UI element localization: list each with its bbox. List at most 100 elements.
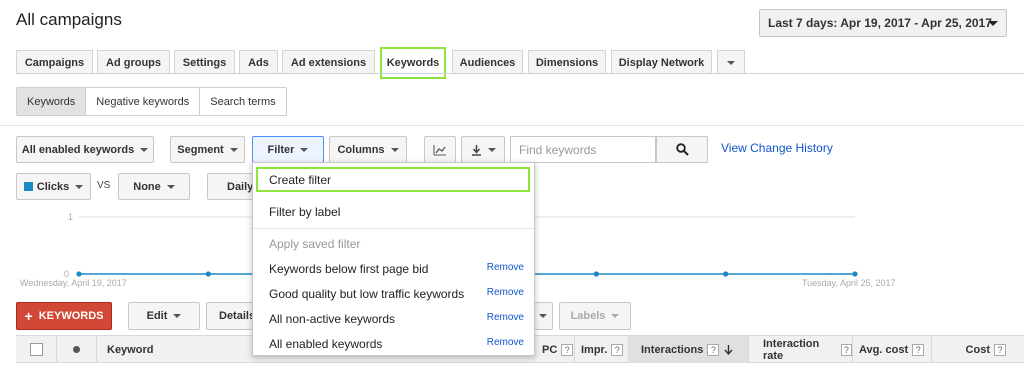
segment-label: Segment: [177, 143, 224, 156]
data-point[interactable]: [593, 271, 599, 277]
tab-display-network[interactable]: Display Network: [611, 50, 712, 74]
subtab-group: Keywords Negative keywords Search terms: [16, 87, 287, 116]
download-button[interactable]: [461, 136, 505, 163]
saved-filter-item[interactable]: All enabled keywords: [269, 337, 382, 351]
chevron-down-icon: [727, 60, 735, 65]
subtab-keywords[interactable]: Keywords: [17, 88, 87, 115]
tab-audiences[interactable]: Audiences: [452, 50, 523, 74]
date-range-selector[interactable]: Last 7 days: Apr 19, 2017 - Apr 25, 2017: [759, 9, 1007, 37]
data-point[interactable]: [852, 271, 858, 277]
help-icon[interactable]: ?: [994, 343, 1006, 356]
subtab-negative-keywords[interactable]: Negative keywords: [86, 88, 201, 115]
filter-by-label-item[interactable]: Filter by label: [269, 205, 340, 219]
chevron-down-icon: [75, 184, 84, 189]
chevron-down-icon: [390, 147, 399, 152]
help-icon[interactable]: ?: [611, 343, 624, 356]
remove-saved-filter-link[interactable]: Remove: [487, 337, 524, 348]
add-keywords-label: KEYWORDS: [38, 310, 104, 322]
interactions-header-label: Interactions: [641, 343, 704, 356]
tab-settings[interactable]: Settings: [174, 50, 235, 74]
cost-column-header[interactable]: Cost?: [931, 336, 1024, 363]
menu-divider: [253, 228, 534, 229]
search-button[interactable]: [656, 136, 708, 163]
tab-campaigns[interactable]: Campaigns: [16, 50, 93, 74]
tab-ad-groups[interactable]: Ad groups: [97, 50, 170, 74]
select-all-checkbox[interactable]: [29, 343, 43, 356]
more-tabs-button[interactable]: [717, 50, 745, 74]
interactions-column-header[interactable]: Interactions?: [628, 336, 748, 363]
data-point[interactable]: [723, 271, 729, 277]
date-range-label: Last 7 days: Apr 19, 2017 - Apr 25, 2017: [768, 16, 992, 30]
page-title: All campaigns: [16, 10, 122, 29]
period-dropdown[interactable]: Daily: [207, 173, 253, 200]
status-column-header[interactable]: [56, 336, 96, 363]
chevron-down-icon: [229, 147, 238, 152]
saved-filter-item[interactable]: All non-active keywords: [269, 312, 395, 326]
line-chart-icon: [433, 144, 446, 155]
metric1-dropdown[interactable]: Clicks: [16, 173, 91, 200]
segment-button[interactable]: Segment: [170, 136, 245, 163]
download-icon: [471, 144, 481, 156]
search-icon: [675, 143, 689, 156]
chevron-down-icon: [173, 314, 182, 318]
hidden-dropdown-button[interactable]: [534, 302, 553, 330]
cpc-column-header[interactable]: PC?: [536, 336, 574, 363]
help-icon[interactable]: ?: [561, 343, 574, 356]
tab-dimensions[interactable]: Dimensions: [528, 50, 606, 74]
interaction-rate-column-header[interactable]: Interaction rate?: [748, 336, 852, 363]
chevron-down-icon: [988, 21, 998, 26]
impr-column-header[interactable]: Impr.?: [574, 336, 628, 363]
series-swatch: [23, 182, 33, 191]
chevron-down-icon: [611, 314, 620, 318]
labels-button[interactable]: Labels: [559, 302, 631, 330]
details-label: Details: [219, 310, 256, 322]
remove-saved-filter-link[interactable]: Remove: [487, 262, 524, 273]
impr-header-label: Impr.: [581, 343, 608, 356]
chevron-down-icon: [487, 147, 496, 152]
tabs-divider: [16, 73, 1024, 74]
chevron-down-icon: [140, 147, 149, 152]
chevron-down-icon: [300, 147, 309, 152]
chart-toggle-button[interactable]: [424, 136, 456, 163]
labels-label: Labels: [570, 310, 606, 322]
filter-button[interactable]: Filter: [252, 136, 324, 163]
columns-button[interactable]: Columns: [329, 136, 407, 163]
edit-label: Edit: [146, 310, 168, 322]
tab-ads[interactable]: Ads: [239, 50, 278, 74]
tab-keywords[interactable]: Keywords: [380, 47, 446, 79]
help-icon[interactable]: ?: [840, 343, 852, 356]
remove-saved-filter-link[interactable]: Remove: [487, 312, 524, 323]
chevron-down-icon: [166, 184, 175, 189]
status-filter-dropdown[interactable]: All enabled keywords: [16, 136, 154, 163]
period-label: Daily: [227, 180, 254, 193]
add-keywords-button[interactable]: + KEYWORDS: [16, 302, 112, 330]
vs-label: VS: [97, 180, 111, 191]
status-dot-icon: [73, 346, 80, 353]
data-point[interactable]: [205, 271, 211, 277]
apply-saved-filter-header: Apply saved filter: [269, 237, 361, 251]
view-change-history-link[interactable]: View Change History: [721, 141, 833, 155]
avg-cost-header-label: Avg. cost: [859, 343, 909, 356]
remove-saved-filter-link[interactable]: Remove: [487, 287, 524, 298]
status-filter-label: All enabled keywords: [21, 143, 135, 156]
filter-label: Filter: [267, 143, 295, 156]
metric2-label: None: [133, 180, 161, 193]
search-input[interactable]: Find keywords: [510, 136, 656, 163]
help-icon[interactable]: ?: [912, 343, 925, 356]
metric2-dropdown[interactable]: None: [118, 173, 190, 200]
section-divider: [0, 125, 1024, 126]
help-icon[interactable]: ?: [707, 343, 720, 356]
details-button[interactable]: Details: [206, 302, 256, 330]
edit-button[interactable]: Edit: [128, 302, 200, 330]
cost-header-label: Cost: [965, 343, 990, 356]
sort-descending-icon: [724, 344, 733, 355]
y-tick-1: 1: [68, 212, 73, 222]
tab-ad-extensions[interactable]: Ad extensions: [282, 50, 375, 74]
avg-cost-column-header[interactable]: Avg. cost?: [852, 336, 931, 363]
keyword-column-header[interactable]: Keyword: [96, 336, 256, 363]
saved-filter-item[interactable]: Keywords below first page bid: [269, 262, 428, 276]
saved-filter-item[interactable]: Good quality but low traffic keywords: [269, 287, 464, 301]
create-filter-highlight: [256, 167, 530, 192]
data-point[interactable]: [76, 271, 82, 277]
subtab-search-terms[interactable]: Search terms: [200, 88, 286, 115]
